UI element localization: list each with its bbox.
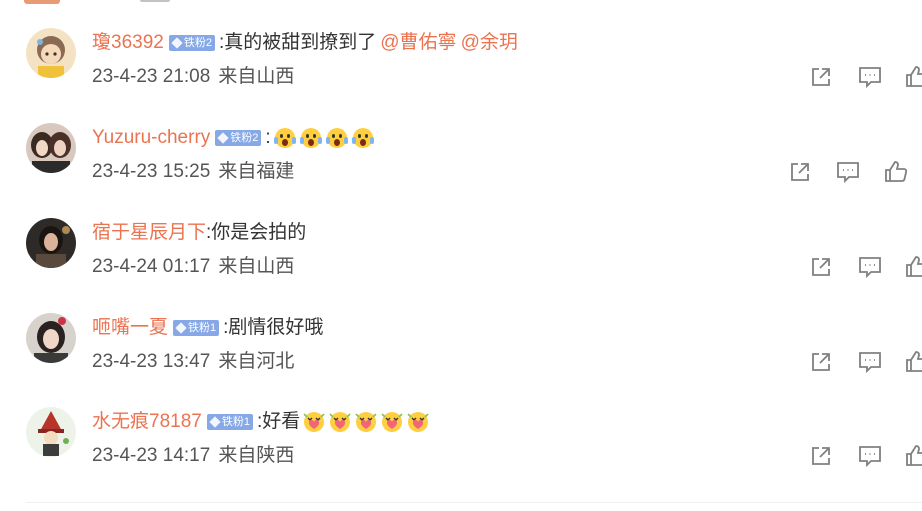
comment-text: 剧情很好哦 [228,317,324,338]
diamond-icon [209,416,221,428]
comment-text: 你是会拍的 [211,222,307,243]
mention-link[interactable]: @曹佑寧 [380,30,456,56]
timestamp: 23-4-23 13:47 [92,351,211,372]
share-icon[interactable] [808,254,834,280]
comment-item: 水无痕78187 铁粉1 : 好看 23-4-23 14:17 来自陕西 [0,407,922,497]
comment-text: 真的被甜到撩到了 [224,32,377,53]
share-icon[interactable] [808,443,834,469]
previous-username-fragment [24,0,60,4]
like-icon[interactable] [904,349,922,375]
fan-badge-label: 铁粉1 [188,322,217,334]
fan-badge-label: 铁粉2 [230,132,259,144]
love-emoji-icon [354,410,378,434]
timestamp: 23-4-23 14:17 [92,445,211,466]
avatar[interactable] [26,313,76,363]
scream-emoji-icon [299,126,323,150]
love-emoji-icon [302,410,326,434]
location-source: 来自福建 [218,161,295,182]
like-icon[interactable] [904,64,922,90]
comment-icon[interactable] [857,443,883,469]
location-source: 来自陕西 [218,445,295,466]
list-divider [26,502,922,503]
comment-meta: 23-4-23 15:25 来自福建 [92,159,294,185]
avatar[interactable] [26,28,76,78]
timestamp: 23-4-23 15:25 [92,161,211,182]
comment-icon[interactable] [857,254,883,280]
location-source: 来自河北 [218,351,295,372]
timestamp: 23-4-24 01:17 [92,256,211,277]
previous-text-fragment [140,0,170,2]
like-icon[interactable] [904,254,922,280]
like-icon[interactable] [883,159,909,185]
share-icon[interactable] [808,349,834,375]
diamond-icon [217,132,229,144]
username-link[interactable]: 宿于星辰月下 [92,220,206,246]
comment-icon[interactable] [857,64,883,90]
share-icon[interactable] [787,159,813,185]
timestamp: 23-4-23 21:08 [92,66,211,87]
avatar[interactable] [26,218,76,268]
comment-text: 好看 [262,411,301,432]
comment-meta: 23-4-23 13:47 来自河北 [92,349,294,375]
fan-badge[interactable]: 铁粉2 [215,130,262,146]
love-emoji-icon [406,410,430,434]
mention-link[interactable]: @余玥 [461,30,518,56]
fan-badge[interactable]: 铁粉2 [168,35,215,51]
love-emoji-icon [328,410,352,434]
diamond-icon [175,322,187,334]
comment-meta: 23-4-24 01:17 来自山西 [92,254,294,280]
location-source: 来自山西 [218,66,295,87]
comment-item: 瓊36392 铁粉2 : 真的被甜到撩到了 @曹佑寧 @余玥 23-4-23 2… [0,28,922,118]
scream-emoji-icon [351,126,375,150]
fan-badge[interactable]: 铁粉1 [173,320,220,336]
diamond-icon [171,37,183,49]
location-source: 来自山西 [218,256,295,277]
fan-badge-label: 铁粉2 [183,37,212,49]
fan-badge-label: 铁粉1 [221,416,250,428]
username-link[interactable]: 水无痕78187 [92,409,202,435]
fan-badge[interactable]: 铁粉1 [206,414,253,430]
love-emoji-icon [380,410,404,434]
comment-meta: 23-4-23 14:17 来自陕西 [92,443,294,469]
comment-icon[interactable] [857,349,883,375]
username-link[interactable]: 咂嘴一夏 [92,315,168,341]
scream-emoji-icon [325,126,349,150]
previous-comment-fragment [0,0,922,6]
like-icon[interactable] [904,443,922,469]
comment-icon[interactable] [835,159,861,185]
scream-emoji-icon [273,126,297,150]
avatar[interactable] [26,407,76,457]
comment-meta: 23-4-23 21:08 来自山西 [92,64,294,90]
comment-item: 宿于星辰月下 : 你是会拍的 23-4-24 01:17 来自山西 [0,218,922,308]
avatar[interactable] [26,123,76,173]
comment-item: 咂嘴一夏 铁粉1 : 剧情很好哦 23-4-23 13:47 来自河北 [0,313,922,403]
username-link[interactable]: 瓊36392 [92,30,164,56]
share-icon[interactable] [808,64,834,90]
colon: : [265,127,271,148]
comment-item: Yuzuru-cherry 铁粉2 : 23-4-23 15:25 来自福建 [0,123,922,213]
username-link[interactable]: Yuzuru-cherry [92,125,210,151]
